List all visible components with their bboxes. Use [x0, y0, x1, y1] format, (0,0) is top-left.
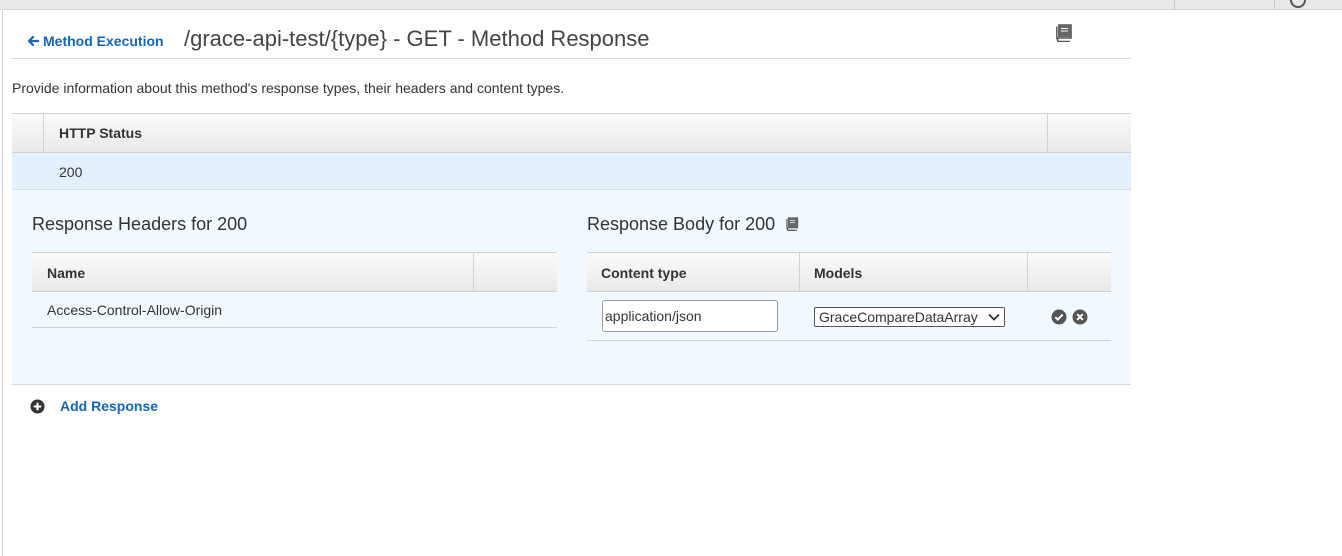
header-name: Access-Control-Allow-Origin [47, 302, 223, 318]
user-icon[interactable] [1290, 0, 1306, 8]
table-row[interactable]: 200 [12, 153, 1131, 190]
content-type-input[interactable] [602, 300, 778, 332]
column-divider [1027, 253, 1028, 291]
response-headers-title: Response Headers for 200 [32, 214, 248, 234]
table-row: GraceCompareDataArray [587, 291, 1111, 341]
page-title: /grace-api-test/{type} - GET - Method Re… [184, 26, 650, 51]
column-divider [473, 253, 474, 291]
column-divider [43, 114, 44, 152]
response-body-table-header: Content type Models [587, 252, 1111, 292]
page-header: Method Execution /grace-api-test/{type} … [12, 20, 1131, 59]
content-type-column-header: Content type [601, 265, 687, 281]
plus-circle-icon [30, 398, 45, 414]
model-select[interactable]: GraceCompareDataArray [814, 307, 1005, 327]
response-body-title: Response Body for 200 [587, 214, 799, 235]
table-row[interactable]: Access-Control-Allow-Origin [32, 291, 557, 328]
back-to-method-execution-link[interactable]: Method Execution [27, 33, 164, 49]
add-response-label: Add Response [60, 398, 159, 414]
model-select-value: GraceCompareDataArray [819, 309, 978, 325]
chevron-down-icon [988, 313, 1000, 321]
book-icon[interactable] [1053, 24, 1073, 42]
top-bar-divider [1274, 0, 1275, 10]
check-circle-icon[interactable] [1051, 309, 1067, 325]
x-circle-icon[interactable] [1072, 309, 1088, 325]
column-divider [1047, 114, 1048, 152]
http-status-table: HTTP Status 200 [12, 113, 1131, 190]
http-status-code: 200 [59, 164, 83, 180]
http-status-column-header: HTTP Status [59, 125, 142, 141]
left-border [2, 10, 3, 556]
column-divider [799, 253, 800, 291]
models-column-header: Models [814, 265, 863, 281]
top-bar [0, 0, 1342, 10]
top-bar-divider [1174, 0, 1175, 10]
page-description: Provide information about this method's … [12, 80, 565, 96]
arrow-left-icon [27, 35, 39, 47]
response-detail-panel: Response Headers for 200 Name Access-Con… [12, 190, 1131, 385]
book-icon[interactable] [784, 217, 799, 231]
table-header: HTTP Status [12, 113, 1131, 153]
add-response-button[interactable]: Add Response [30, 398, 158, 414]
back-link-label: Method Execution [43, 33, 164, 49]
response-body-title-text: Response Body for 200 [587, 214, 776, 234]
response-headers-table-header: Name [32, 252, 557, 292]
name-column-header: Name [47, 265, 86, 281]
